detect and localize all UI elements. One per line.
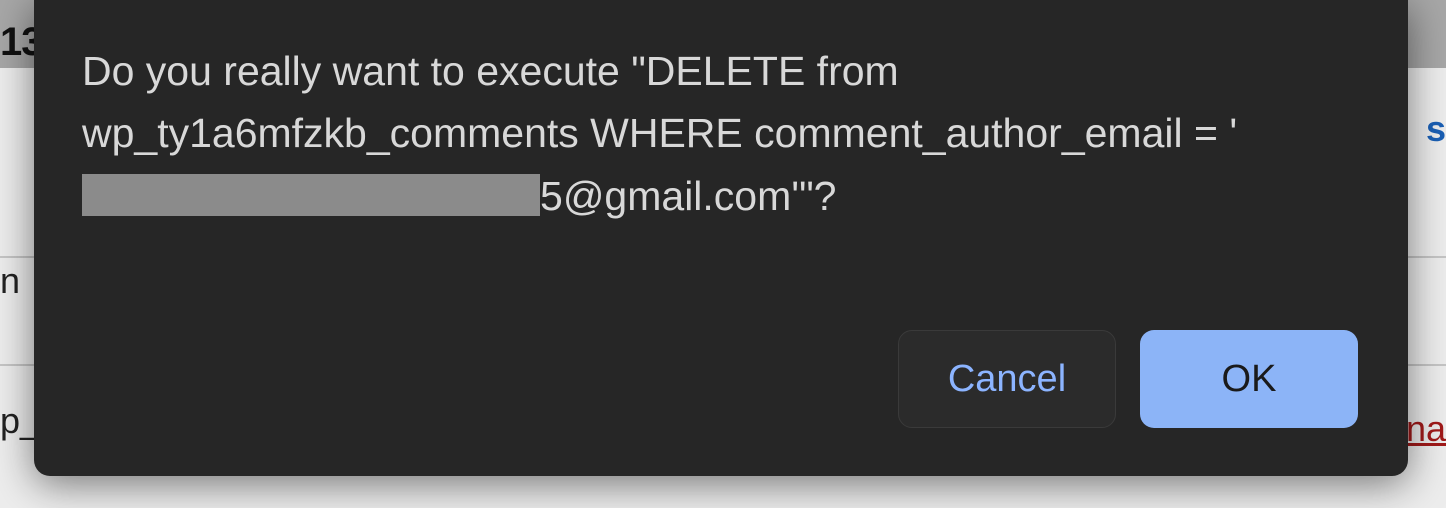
dialog-message: Do you really want to execute "DELETE fr… [82,40,1360,227]
dialog-redacted-tail: 5 [540,173,563,219]
background-link-right: s [1426,108,1446,150]
dialog-button-row: Cancel OK [82,330,1360,436]
ok-button[interactable]: OK [1140,330,1358,428]
dialog-message-pre: Do you really want to execute "DELETE fr… [82,48,1237,156]
cancel-button[interactable]: Cancel [898,330,1116,428]
dialog-message-post: @gmail.com'"? [563,173,837,219]
background-text-left-2: n [0,260,20,302]
redacted-email-local [82,174,540,216]
background-text-right-3: na [1406,408,1446,450]
confirm-dialog: Do you really want to execute "DELETE fr… [34,0,1408,476]
